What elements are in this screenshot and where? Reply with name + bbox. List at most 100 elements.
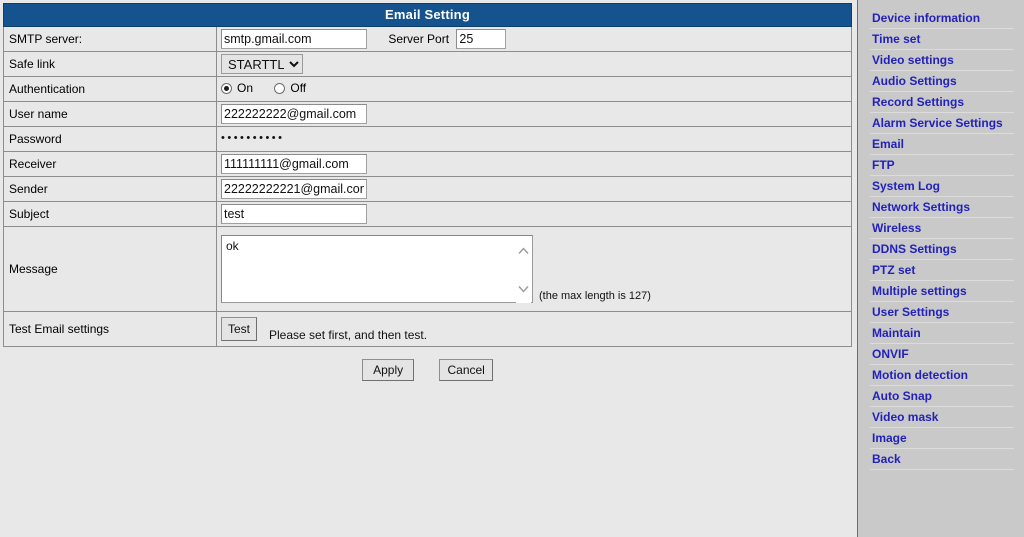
test-button[interactable]: Test: [221, 317, 258, 341]
sidebar-item-record-settings[interactable]: Record Settings: [870, 94, 1014, 113]
row-password: Password ••••••••••: [3, 126, 852, 152]
authentication-label: Authentication: [3, 76, 217, 102]
subject-value-cell: [216, 201, 852, 227]
receiver-label: Receiver: [3, 151, 217, 177]
row-message: Message ok (the max length is 127): [3, 226, 852, 312]
test-email-group: Test Please set first, and then test.: [221, 316, 851, 342]
radio-unselected-icon[interactable]: [274, 82, 286, 94]
authentication-value-cell: On Off: [216, 76, 852, 102]
sidebar-item-label[interactable]: Video mask: [870, 409, 1014, 425]
sidebar-item-ddns-settings[interactable]: DDNS Settings: [870, 241, 1014, 260]
chevron-up-icon[interactable]: [518, 247, 529, 255]
safe-link-value-cell: STARTTLS: [216, 51, 852, 77]
sidebar-item-onvif[interactable]: ONVIF: [870, 346, 1014, 365]
sidebar-item-label[interactable]: FTP: [870, 157, 1014, 173]
sidebar-item-user-settings[interactable]: User Settings: [870, 304, 1014, 323]
receiver-input[interactable]: [221, 154, 367, 174]
row-authentication: Authentication On Off: [3, 76, 852, 102]
sidebar-item-label[interactable]: Multiple settings: [870, 283, 1014, 299]
sidebar-item-audio-settings[interactable]: Audio Settings: [870, 73, 1014, 92]
page-title-cell: Email Setting: [3, 3, 852, 27]
sidebar-item-device-information[interactable]: Device information: [870, 10, 1014, 29]
sidebar-item-label[interactable]: Record Settings: [870, 94, 1014, 110]
sidebar-item-ftp[interactable]: FTP: [870, 157, 1014, 176]
sidebar-item-label[interactable]: System Log: [870, 178, 1014, 194]
message-scrollbar[interactable]: [516, 237, 531, 303]
server-port-input[interactable]: [456, 29, 507, 49]
sidebar-item-label[interactable]: Maintain: [870, 325, 1014, 341]
smtp-server-input[interactable]: [221, 29, 367, 49]
password-masked-value: ••••••••••: [221, 131, 285, 144]
sidebar-item-ptz-set[interactable]: PTZ set: [870, 262, 1014, 281]
sidebar-item-label[interactable]: User Settings: [870, 304, 1014, 320]
sidebar-item-image[interactable]: Image: [870, 430, 1014, 449]
sidebar-item-label[interactable]: Time set: [870, 31, 1014, 47]
message-field-group: ok (the max length is 127): [221, 235, 851, 303]
chevron-down-icon[interactable]: [518, 285, 529, 293]
sidebar-item-system-log[interactable]: System Log: [870, 178, 1014, 197]
email-settings-form: Email Setting SMTP server: Server Port S…: [3, 3, 852, 347]
sidebar-menu: Device information Time set Video settin…: [870, 10, 1014, 470]
authentication-radio-on[interactable]: On: [221, 81, 253, 95]
sidebar-item-label[interactable]: ONVIF: [870, 346, 1014, 362]
sidebar-item-label[interactable]: Network Settings: [870, 199, 1014, 215]
sidebar-item-label[interactable]: Audio Settings: [870, 73, 1014, 89]
user-name-input[interactable]: [221, 104, 367, 124]
smtp-server-label: SMTP server:: [3, 26, 217, 52]
server-port-label: Server Port: [388, 32, 450, 46]
row-safe-link: Safe link STARTTLS: [3, 51, 852, 77]
authentication-off-label: Off: [290, 81, 307, 96]
row-sender: Sender: [3, 176, 852, 202]
sidebar-item-label[interactable]: Email: [870, 136, 1014, 152]
apply-button[interactable]: Apply: [362, 359, 415, 381]
subject-input[interactable]: [221, 204, 367, 224]
row-user-name: User name: [3, 101, 852, 127]
sidebar-item-label[interactable]: Motion detection: [870, 367, 1014, 383]
receiver-value-cell: [216, 151, 852, 177]
sidebar-item-multiple-settings[interactable]: Multiple settings: [870, 283, 1014, 302]
radio-selected-icon[interactable]: [221, 82, 232, 94]
sidebar-item-label[interactable]: Video settings: [870, 52, 1014, 68]
sidebar-item-label[interactable]: Alarm Service Settings: [870, 115, 1014, 131]
sidebar-item-back[interactable]: Back: [870, 451, 1014, 470]
sender-label: Sender: [3, 176, 217, 202]
sidebar-nav: Device information Time set Video settin…: [857, 0, 1024, 537]
sidebar-item-motion-detection[interactable]: Motion detection: [870, 367, 1014, 386]
page-title-row: Email Setting: [3, 3, 852, 27]
subject-label: Subject: [3, 201, 217, 227]
password-value-cell: ••••••••••: [216, 126, 852, 152]
sidebar-item-alarm-service-settings[interactable]: Alarm Service Settings: [870, 115, 1014, 134]
cancel-button[interactable]: Cancel: [439, 359, 493, 381]
sidebar-item-network-settings[interactable]: Network Settings: [870, 199, 1014, 218]
sidebar-item-time-set[interactable]: Time set: [870, 31, 1014, 50]
message-textarea-value: ok: [226, 239, 239, 253]
password-input[interactable]: ••••••••••: [221, 130, 371, 149]
row-receiver: Receiver: [3, 151, 852, 177]
sidebar-item-video-settings[interactable]: Video settings: [870, 52, 1014, 71]
message-max-length-note: (the max length is 127): [539, 290, 651, 302]
sidebar-item-wireless[interactable]: Wireless: [870, 220, 1014, 239]
page-title: Email Setting: [385, 7, 470, 22]
authentication-radio-off[interactable]: Off: [274, 81, 306, 95]
sidebar-item-label[interactable]: Back: [870, 451, 1014, 467]
sidebar-item-maintain[interactable]: Maintain: [870, 325, 1014, 344]
test-email-value-cell: Test Please set first, and then test.: [216, 311, 852, 347]
safe-link-select[interactable]: STARTTLS: [221, 54, 303, 74]
sidebar-item-email[interactable]: Email: [870, 136, 1014, 155]
user-name-label: User name: [3, 101, 217, 127]
row-test-email: Test Email settings Test Please set firs…: [3, 311, 852, 347]
sidebar-item-label[interactable]: DDNS Settings: [870, 241, 1014, 257]
sidebar-item-label[interactable]: PTZ set: [870, 262, 1014, 278]
sidebar-item-label[interactable]: Wireless: [870, 220, 1014, 236]
sidebar-item-auto-snap[interactable]: Auto Snap: [870, 388, 1014, 407]
message-label: Message: [3, 226, 217, 312]
sender-value-cell: [216, 176, 852, 202]
sidebar-item-label[interactable]: Image: [870, 430, 1014, 446]
sender-input[interactable]: [221, 179, 367, 199]
sidebar-item-label[interactable]: Device information: [870, 10, 1014, 26]
form-actions: Apply Cancel: [3, 347, 852, 381]
message-textarea[interactable]: ok: [221, 235, 533, 303]
sidebar-item-video-mask[interactable]: Video mask: [870, 409, 1014, 428]
message-value-cell: ok (the max length is 127): [216, 226, 852, 312]
sidebar-item-label[interactable]: Auto Snap: [870, 388, 1014, 404]
